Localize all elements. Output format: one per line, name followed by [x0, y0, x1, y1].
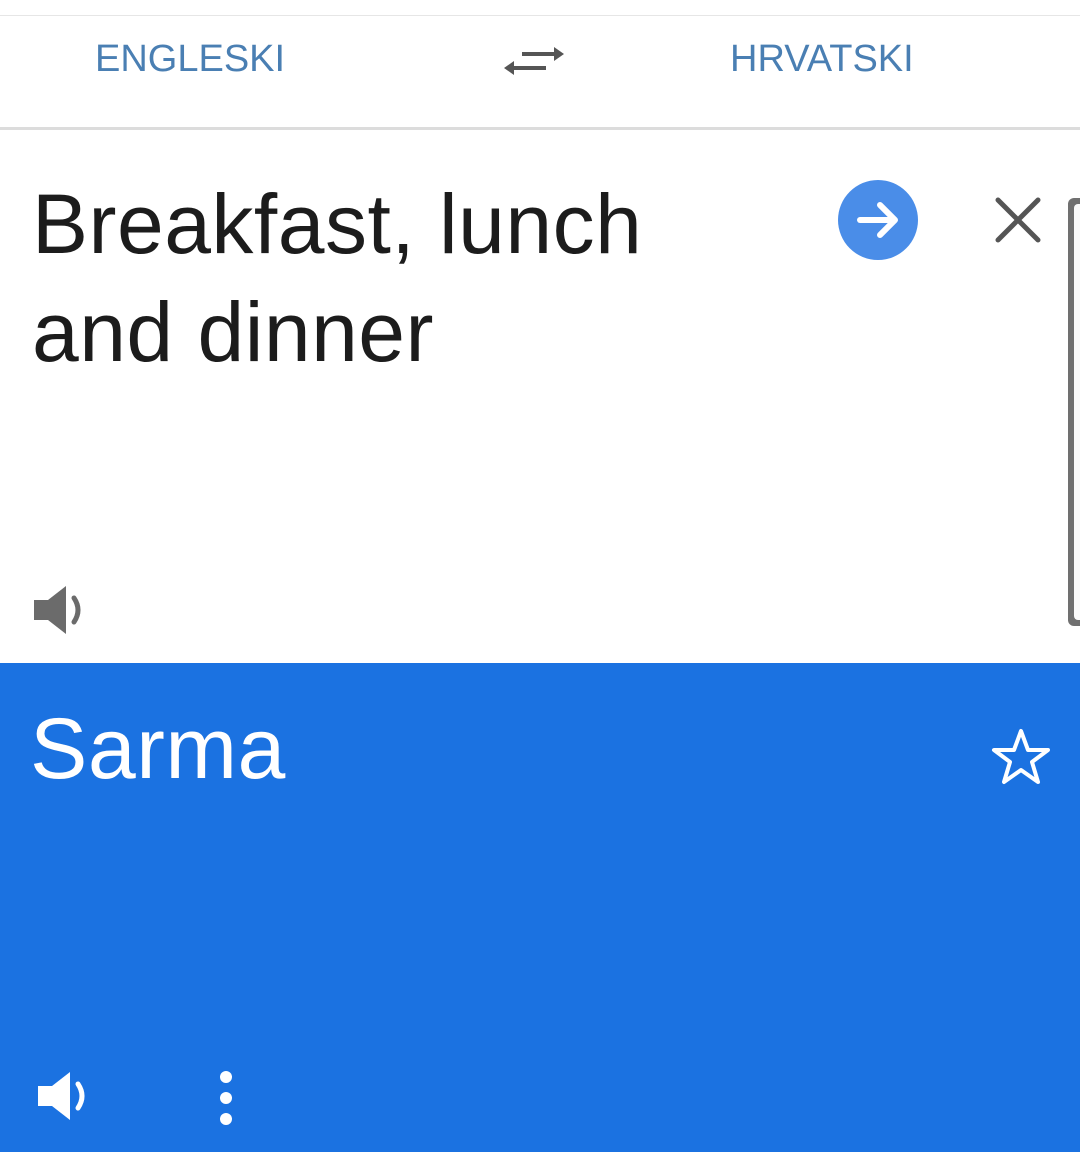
- star-outline-icon: [992, 729, 1050, 784]
- speaker-icon: [34, 586, 81, 634]
- scrollbar[interactable]: [1068, 198, 1080, 626]
- clear-input-button[interactable]: [990, 192, 1046, 248]
- target-language-button[interactable]: HRVATSKI: [730, 38, 914, 81]
- source-input-panel[interactable]: Breakfast, lunch and dinner: [0, 130, 1080, 663]
- close-icon: [995, 197, 1041, 243]
- speaker-icon: [38, 1072, 85, 1120]
- scrollbar-track: [1074, 204, 1080, 620]
- more-vert-icon: [220, 1071, 232, 1125]
- save-translation-button[interactable]: [988, 725, 1054, 791]
- translate-go-button[interactable]: [838, 180, 918, 260]
- source-text-field[interactable]: Breakfast, lunch and dinner: [32, 170, 752, 386]
- swap-arrows-icon: [504, 47, 564, 75]
- translation-listen-button[interactable]: [34, 1066, 100, 1126]
- swap-languages-button[interactable]: [502, 36, 566, 86]
- translation-text: Sarma: [30, 701, 286, 797]
- more-options-button[interactable]: [208, 1063, 244, 1133]
- language-bar: ENGLESKI HRVATSKI: [0, 16, 1080, 130]
- translation-result-panel: Sarma: [0, 663, 1080, 1152]
- source-language-button[interactable]: ENGLESKI: [95, 38, 285, 81]
- status-strip: [0, 0, 1080, 16]
- source-listen-button[interactable]: [30, 580, 96, 640]
- arrow-right-circle-icon: [857, 202, 898, 238]
